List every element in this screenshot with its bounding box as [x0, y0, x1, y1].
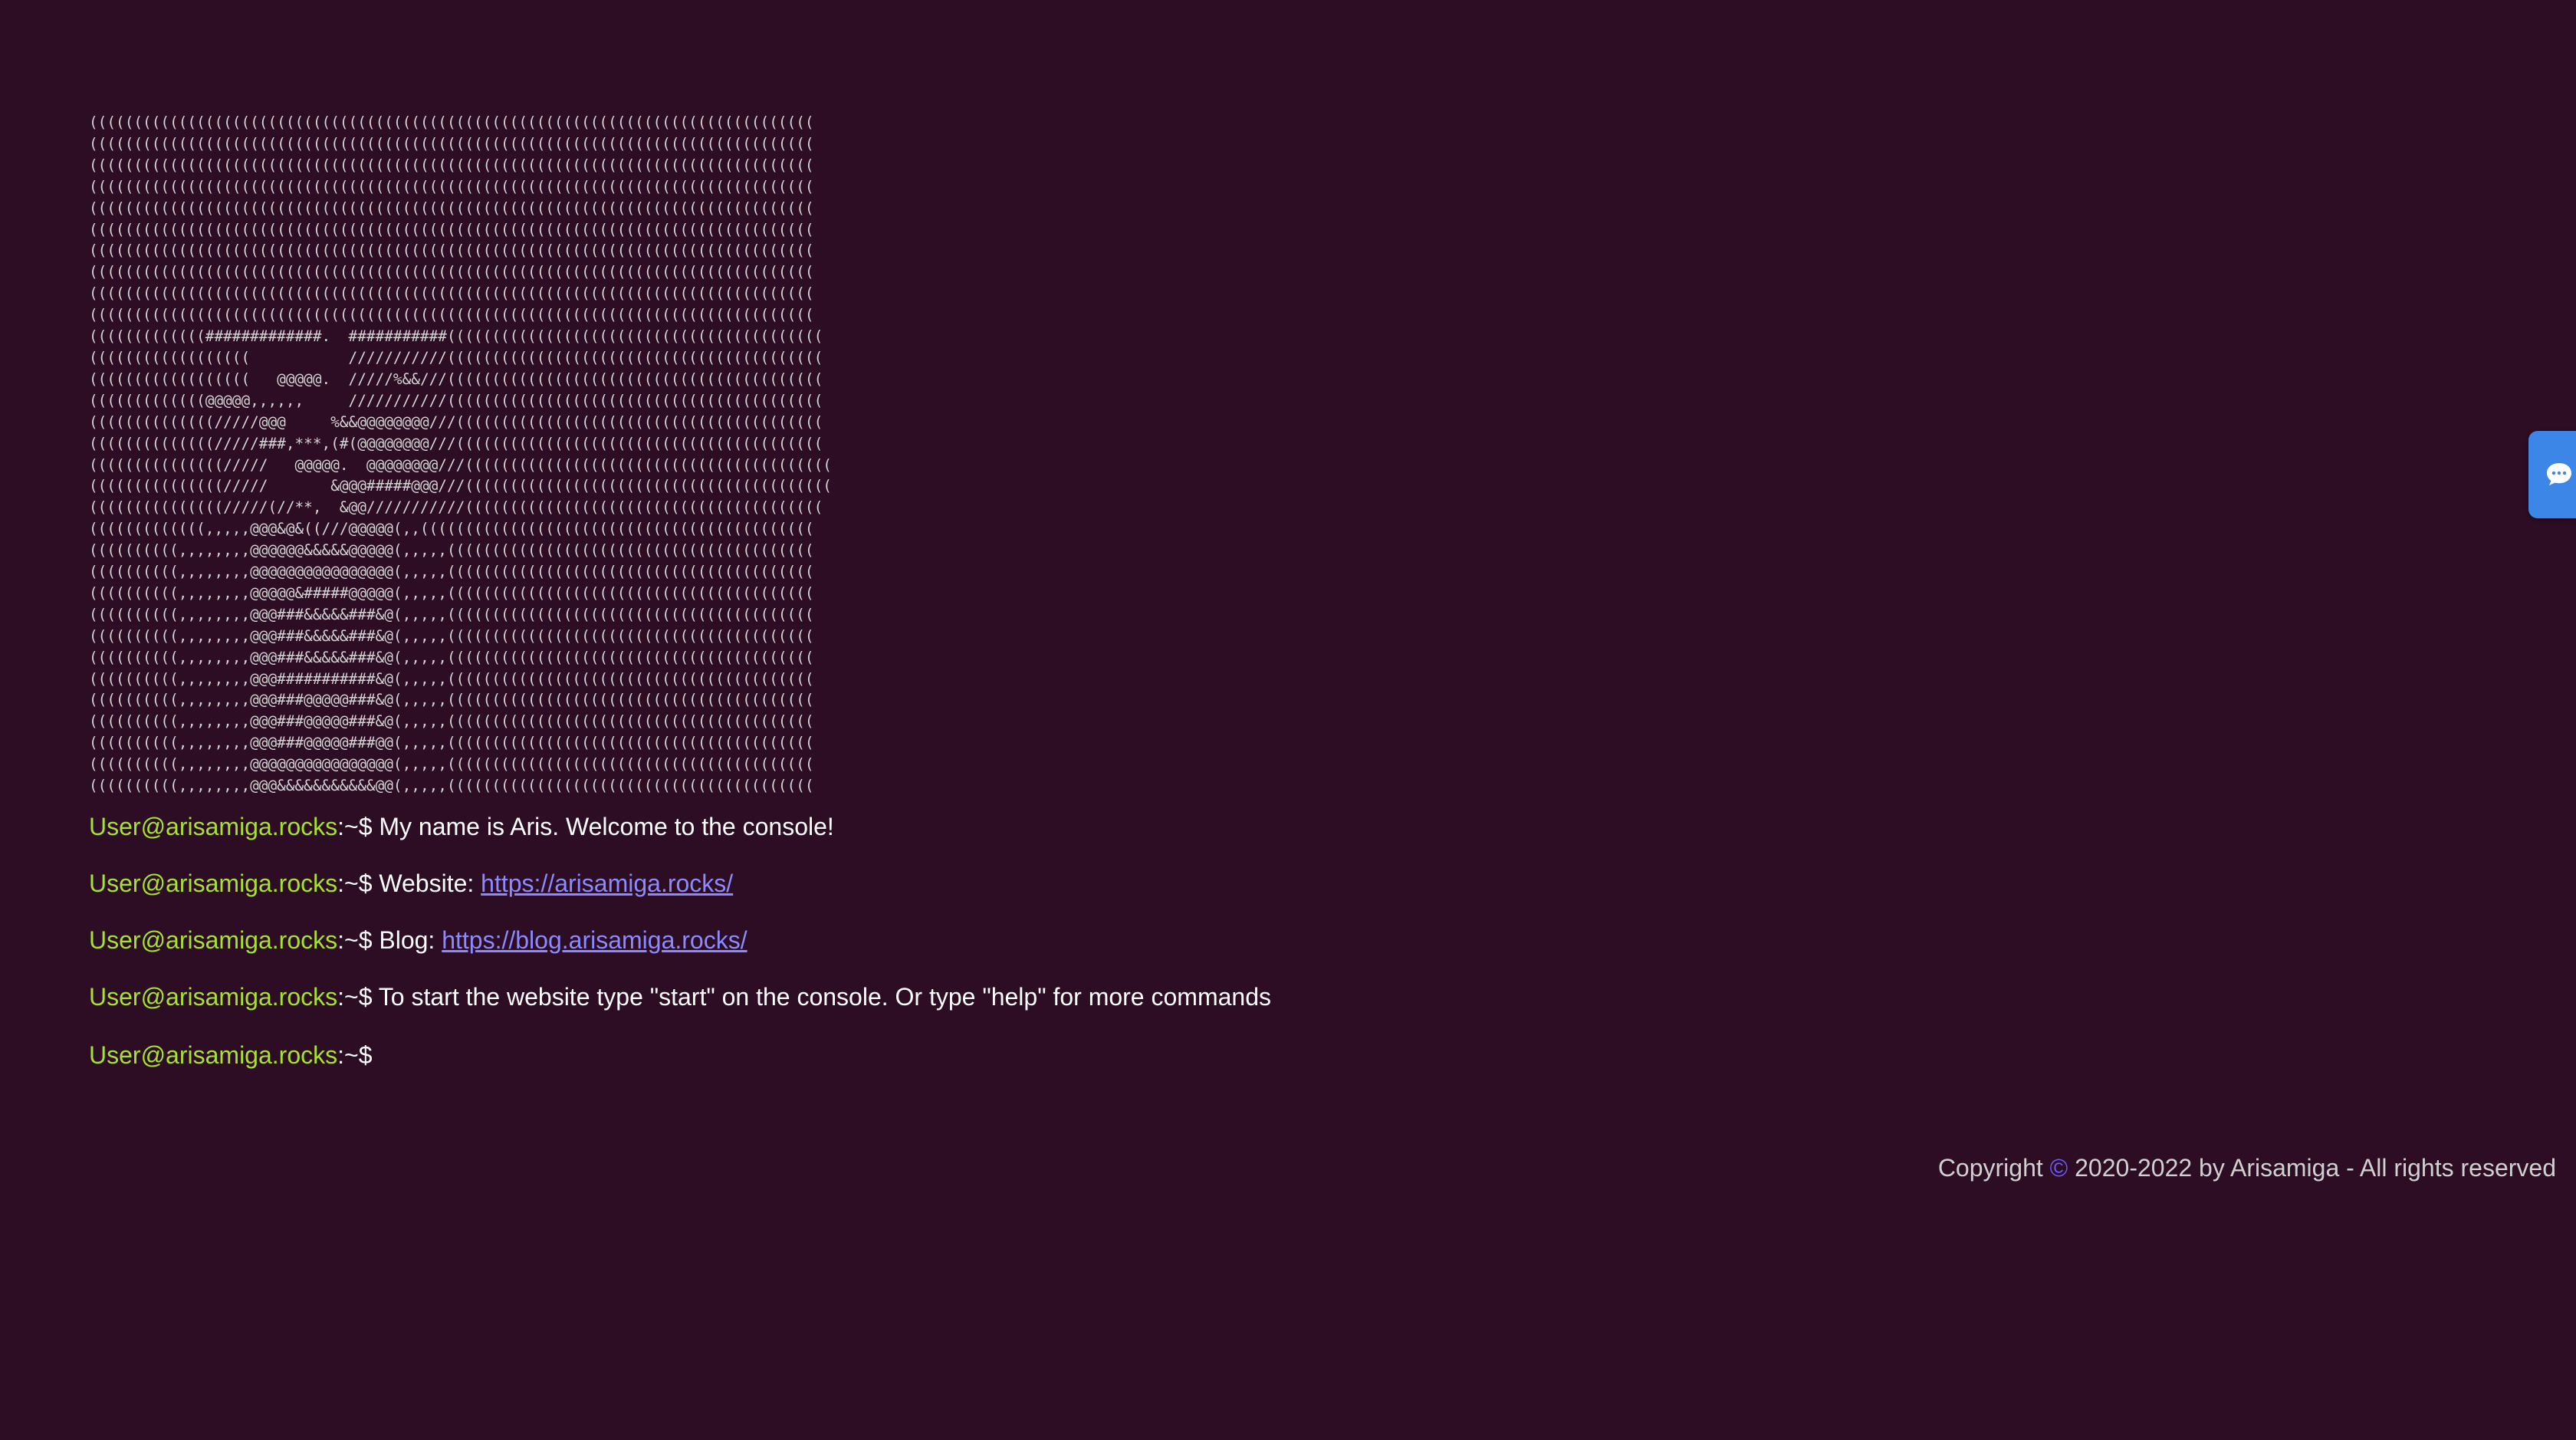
console-line-welcome: User@arisamiga.rocks:~$ My name is Aris.…	[89, 814, 1271, 839]
prompt-symbol: :~$	[337, 870, 373, 897]
copyright-symbol: ©	[2049, 1154, 2068, 1182]
console[interactable]: User@arisamiga.rocks:~$ My name is Aris.…	[89, 814, 1271, 1100]
blog-link[interactable]: https://blog.arisamiga.rocks/	[442, 926, 747, 954]
prompt-symbol: :~$	[337, 983, 373, 1011]
console-message: My name is Aris. Welcome to the console!	[372, 813, 834, 840]
prompt-symbol: :~$	[337, 926, 373, 954]
console-line-instructions: User@arisamiga.rocks:~$ To start the web…	[89, 985, 1271, 1009]
console-message: To start the website type "start" on the…	[372, 983, 1271, 1011]
prompt-user: User@arisamiga.rocks	[89, 813, 338, 840]
prompt-user: User@arisamiga.rocks	[89, 983, 338, 1011]
prompt-user: User@arisamiga.rocks	[89, 870, 338, 897]
website-link[interactable]: https://arisamiga.rocks/	[481, 870, 733, 897]
prompt-symbol: :~$	[337, 813, 373, 840]
chat-widget-button[interactable]	[2528, 431, 2576, 518]
console-message: Blog:	[372, 926, 442, 954]
prompt-user: User@arisamiga.rocks	[89, 1041, 338, 1069]
copyright-text: 2020-2022 by Arisamiga - All rights rese…	[2068, 1154, 2556, 1182]
console-message: Website:	[372, 870, 481, 897]
console-input-line[interactable]: User@arisamiga.rocks:~$	[89, 1043, 1271, 1067]
chat-bubble-icon	[2547, 463, 2571, 485]
console-line-blog: User@arisamiga.rocks:~$ Blog: https://bl…	[89, 928, 1271, 952]
prompt-user: User@arisamiga.rocks	[89, 926, 338, 954]
console-line-website: User@arisamiga.rocks:~$ Website: https:/…	[89, 871, 1271, 896]
copyright-prefix: Copyright	[1937, 1154, 2050, 1182]
footer-copyright: Copyright © 2020-2022 by Arisamiga - All…	[1938, 1154, 2556, 1182]
ascii-art-logo: ((((((((((((((((((((((((((((((((((((((((…	[89, 113, 832, 795]
prompt-symbol: :~$	[337, 1041, 373, 1069]
